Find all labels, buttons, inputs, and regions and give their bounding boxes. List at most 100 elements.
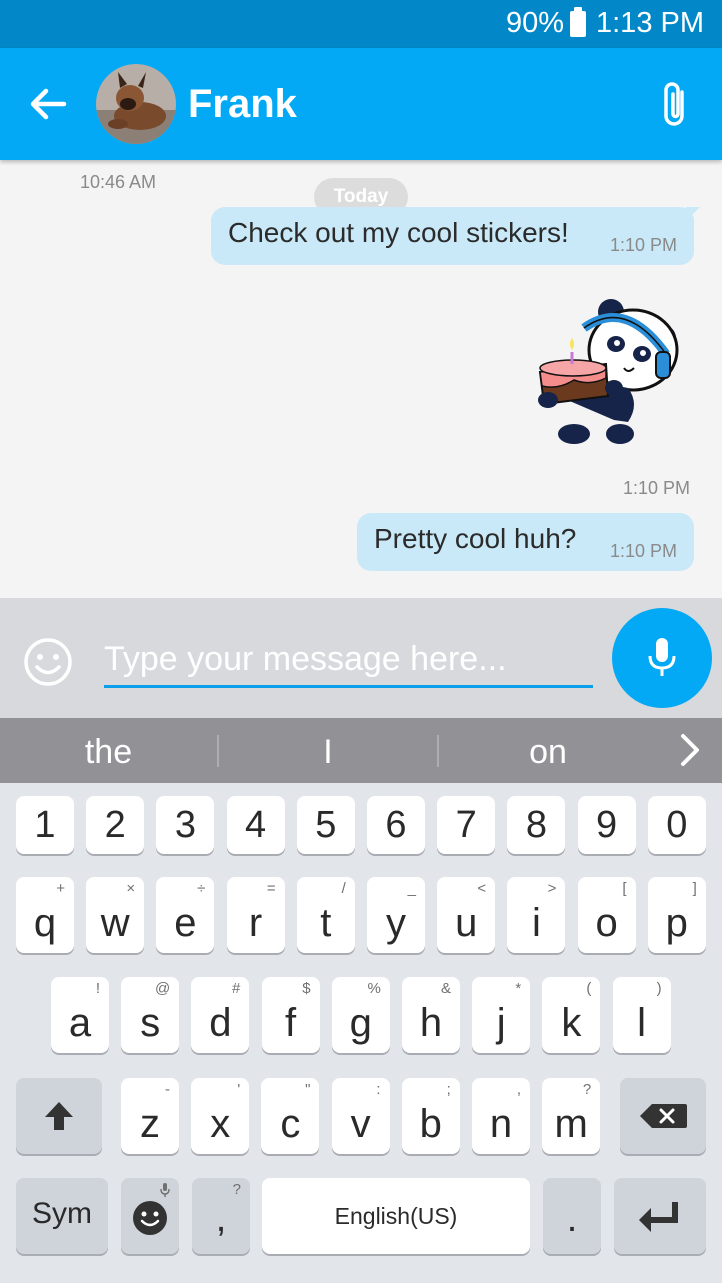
key-a[interactable]: ! a xyxy=(51,977,109,1053)
key-label: 4 xyxy=(245,804,267,846)
enter-key[interactable] xyxy=(614,1178,706,1254)
key-label: h xyxy=(419,1001,443,1045)
dog-photo xyxy=(96,64,176,144)
shift-key[interactable] xyxy=(16,1078,102,1154)
suggestion-3[interactable]: on xyxy=(439,718,657,783)
microphone-icon xyxy=(648,638,676,676)
key-label: i xyxy=(531,901,541,945)
message-composer xyxy=(0,598,722,718)
key-o[interactable]: [o xyxy=(577,877,636,953)
key-label: c xyxy=(280,1102,301,1146)
battery-icon xyxy=(570,6,586,37)
key-7[interactable]: 7 xyxy=(437,796,496,854)
battery-percent: 90% xyxy=(505,7,564,39)
key-n[interactable]: ,n xyxy=(472,1078,530,1154)
key-secondary-label: @ xyxy=(154,980,171,997)
key-label: 3 xyxy=(174,804,196,846)
key-f[interactable]: $ f xyxy=(261,977,320,1053)
key-k[interactable]: (k xyxy=(542,977,601,1053)
voice-record-button[interactable] xyxy=(612,608,712,708)
key-1[interactable]: 1 xyxy=(16,796,74,854)
message-time: 1:10 PM xyxy=(609,541,677,561)
panda-sticker[interactable] xyxy=(528,292,680,452)
key-secondary-label: * xyxy=(515,980,522,997)
key-0[interactable]: 0 xyxy=(647,796,706,854)
key-v[interactable]: :v xyxy=(331,1078,390,1154)
key-4[interactable]: 4 xyxy=(226,796,285,854)
arrow-left-icon xyxy=(30,88,67,120)
attach-button[interactable] xyxy=(652,78,700,132)
key-label: y xyxy=(386,901,406,945)
contact-avatar[interactable] xyxy=(96,64,176,144)
suggestion-2[interactable]: I xyxy=(219,718,437,783)
key-m[interactable]: ? m xyxy=(542,1078,601,1154)
key-secondary-label: # xyxy=(232,980,241,997)
key-label: o xyxy=(595,901,618,945)
message-text: Check out my cool stickers! xyxy=(228,217,569,248)
space-bar[interactable]: English(US) xyxy=(262,1178,530,1254)
key-b[interactable]: ; b xyxy=(401,1078,460,1154)
backspace-key[interactable] xyxy=(620,1078,706,1154)
contact-name[interactable]: Frank xyxy=(188,82,297,127)
key-label: 8 xyxy=(525,804,547,846)
key-x[interactable]: ' x xyxy=(191,1078,250,1154)
key-secondary-label: & xyxy=(440,980,451,997)
key-z[interactable]: -z xyxy=(121,1078,179,1154)
symbols-key[interactable]: Sym xyxy=(16,1178,108,1254)
chevron-right-icon xyxy=(681,734,699,766)
back-button[interactable] xyxy=(22,78,74,130)
key-label: k xyxy=(561,1001,582,1045)
key-label: w xyxy=(100,901,130,945)
key-secondary-label: ] xyxy=(692,880,697,897)
key-label: 0 xyxy=(666,804,688,846)
key-6[interactable]: 6 xyxy=(367,796,425,854)
key-i[interactable]: > i xyxy=(507,877,566,953)
key-s[interactable]: @ s xyxy=(121,977,180,1053)
key-2[interactable]: 2 xyxy=(86,796,145,854)
key-r[interactable]: = r xyxy=(226,877,285,953)
key-u[interactable]: < u xyxy=(437,877,496,953)
period-key[interactable]: . xyxy=(543,1178,601,1254)
key-h[interactable]: & h xyxy=(402,977,460,1053)
key-secondary-label: ) xyxy=(656,980,662,997)
key-secondary-label: " xyxy=(305,1081,311,1098)
message-time: 1:10 PM xyxy=(609,235,677,255)
key-label: e xyxy=(174,901,197,945)
comma-key[interactable]: ? , xyxy=(192,1178,250,1254)
key-secondary-label: ! xyxy=(95,980,100,997)
key-j[interactable]: * j xyxy=(472,977,531,1053)
suggestion-bar: the I on xyxy=(0,718,722,783)
message-input[interactable] xyxy=(104,634,593,688)
key-9[interactable]: 9 xyxy=(577,796,636,854)
key-label: z xyxy=(140,1102,160,1146)
message-bubble[interactable]: Check out my cool stickers! 1:10 PM xyxy=(211,207,700,265)
key-secondary-label: % xyxy=(367,980,381,997)
key-l[interactable]: ) l xyxy=(612,977,671,1053)
key-8[interactable]: 8 xyxy=(507,796,566,854)
key-label: t xyxy=(320,901,332,945)
key-5[interactable]: 5 xyxy=(296,796,355,854)
key-label: 2 xyxy=(104,804,126,846)
key-label: q xyxy=(33,901,57,945)
emoji-key[interactable] xyxy=(121,1178,179,1254)
key-label: s xyxy=(140,1001,161,1045)
key-label: l xyxy=(637,1001,647,1045)
emoji-button[interactable] xyxy=(22,636,74,688)
key-p[interactable]: ] p xyxy=(647,877,706,953)
key-secondary-label: _ xyxy=(407,880,416,897)
expand-suggestions-button[interactable] xyxy=(670,730,710,770)
key-3[interactable]: 3 xyxy=(156,796,215,854)
key-secondary-label: , xyxy=(516,1081,521,1098)
shift-arrow-icon xyxy=(45,1102,73,1130)
message-bubble[interactable]: Pretty cool huh? 1:10 PM xyxy=(357,513,694,571)
suggestion-1[interactable]: the xyxy=(0,718,217,783)
key-e[interactable]: ÷ e xyxy=(156,877,215,953)
key-c[interactable]: " c xyxy=(261,1078,320,1154)
key-w[interactable]: × w xyxy=(86,877,145,953)
key-q[interactable]: + q xyxy=(16,877,74,953)
key-g[interactable]: % g xyxy=(331,977,390,1053)
key-secondary-label: ; xyxy=(446,1081,451,1098)
key-d[interactable]: # d xyxy=(191,977,250,1053)
key-y[interactable]: _ y xyxy=(367,877,425,953)
key-t[interactable]: / t xyxy=(296,877,355,953)
